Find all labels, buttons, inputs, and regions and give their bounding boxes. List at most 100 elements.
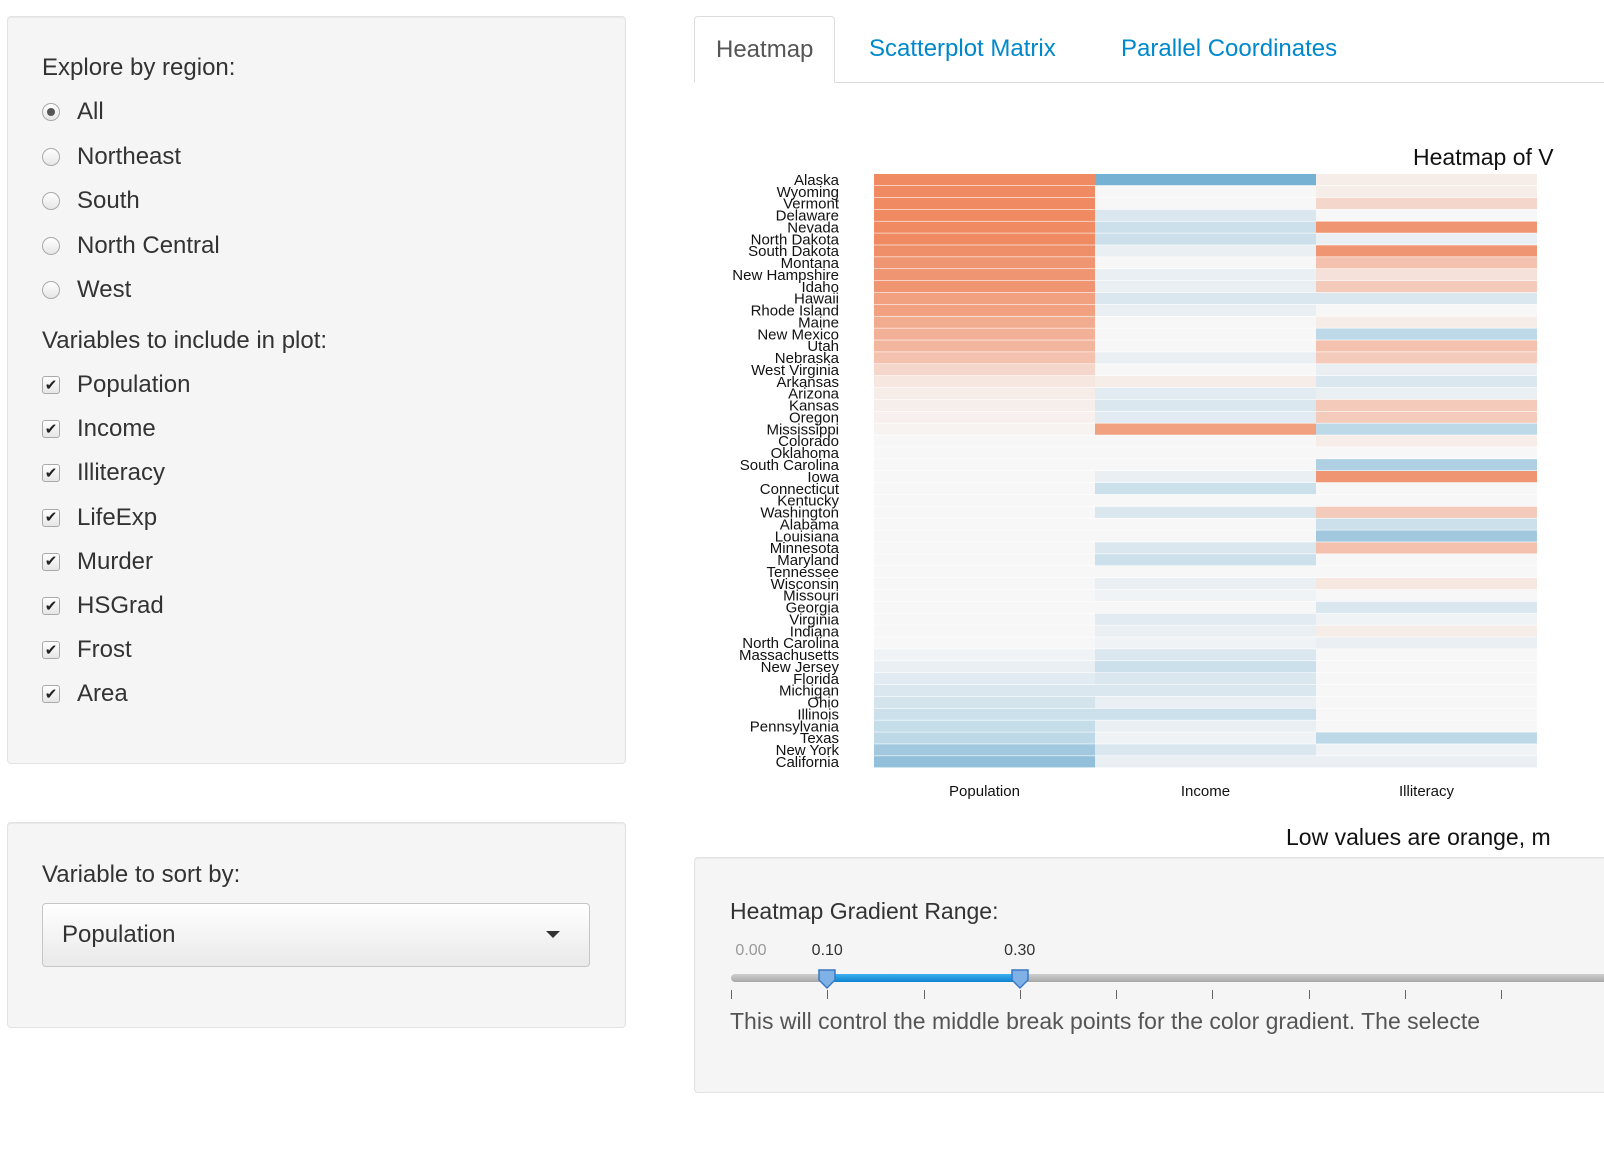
variable-option[interactable]: ✔ Income bbox=[42, 414, 156, 444]
heatmap-cell bbox=[874, 387, 1095, 400]
heatmap-cell bbox=[1316, 352, 1537, 364]
heatmap-cell bbox=[874, 625, 1095, 637]
heatmap-cell bbox=[1095, 269, 1316, 281]
heatmap-cell bbox=[1095, 577, 1316, 590]
heatmap-cell bbox=[1095, 257, 1316, 269]
variable-option-label: LifeExp bbox=[77, 503, 158, 531]
heatmap-cell bbox=[1095, 245, 1316, 257]
region-option[interactable]: North Central bbox=[42, 231, 220, 261]
region-option[interactable]: All bbox=[42, 97, 104, 127]
radio-button[interactable] bbox=[42, 281, 60, 299]
variable-option-label: Population bbox=[77, 371, 191, 398]
heatmap-cell bbox=[874, 423, 1095, 435]
heatmap-cell bbox=[1095, 566, 1316, 578]
plot-caption: Low values are orange, m bbox=[1286, 824, 1551, 850]
region-option[interactable]: South bbox=[42, 186, 140, 216]
radio-button[interactable] bbox=[42, 103, 60, 121]
checkbox[interactable]: ✔ bbox=[42, 464, 60, 483]
heatmap-cell bbox=[1316, 566, 1537, 578]
checkbox[interactable]: ✔ bbox=[42, 376, 60, 394]
checkbox[interactable]: ✔ bbox=[42, 641, 60, 660]
region-option[interactable]: Northeast bbox=[42, 142, 181, 172]
variable-option[interactable]: ✔ HSGrad bbox=[42, 591, 164, 621]
heatmap-cell bbox=[1095, 411, 1316, 423]
heatmap-cell bbox=[874, 542, 1095, 554]
heatmap-cell bbox=[1316, 613, 1537, 625]
heatmap-cell bbox=[874, 233, 1095, 245]
checkbox[interactable]: ✔ bbox=[42, 420, 60, 439]
heatmap-cell bbox=[1095, 316, 1316, 328]
slider-high-value: 0.30 bbox=[1004, 942, 1036, 959]
heatmap-cell bbox=[1095, 756, 1316, 768]
heatmap-cell bbox=[1316, 328, 1537, 340]
heatmap-cell bbox=[1095, 613, 1316, 625]
checkbox[interactable]: ✔ bbox=[42, 508, 60, 527]
heatmap-cell bbox=[1095, 744, 1316, 756]
heatmap-cell bbox=[1095, 209, 1316, 221]
sort-panel: Variable to sort by: Population bbox=[7, 822, 626, 1028]
heatmap-cell bbox=[1316, 447, 1537, 459]
heatmap-cell bbox=[1316, 375, 1537, 388]
column-label: Population bbox=[949, 783, 1020, 800]
tab-parallel-coordinates[interactable]: Parallel Coordinates bbox=[1121, 16, 1337, 82]
variable-option[interactable]: ✔ Frost bbox=[42, 635, 132, 665]
slider-handle-low[interactable] bbox=[817, 968, 837, 990]
checkbox[interactable]: ✔ bbox=[42, 685, 60, 704]
checkmark-icon: ✔ bbox=[44, 685, 58, 703]
heatmap-cell bbox=[1095, 459, 1316, 471]
heatmap-cell bbox=[874, 245, 1095, 257]
checkmark-icon: ✔ bbox=[44, 509, 58, 527]
region-option[interactable]: West bbox=[42, 275, 131, 305]
heatmap-cell bbox=[874, 292, 1095, 305]
heatmap-cell bbox=[874, 174, 1095, 186]
checkmark-icon: ✔ bbox=[44, 553, 58, 571]
heatmap-cell bbox=[1316, 209, 1537, 221]
slider-min-label: 0.00 bbox=[735, 942, 767, 959]
heatmap-cell bbox=[874, 518, 1095, 530]
tab-scatterplot-matrix[interactable]: Scatterplot Matrix bbox=[869, 16, 1056, 82]
variable-option[interactable]: ✔ LifeExp bbox=[42, 503, 157, 533]
heatmap-cell bbox=[1095, 542, 1316, 554]
heatmap-cell bbox=[874, 269, 1095, 281]
variable-option[interactable]: ✔ Area bbox=[42, 679, 128, 709]
radio-button[interactable] bbox=[42, 192, 60, 210]
variable-option[interactable]: ✔ Illiteracy bbox=[42, 458, 165, 488]
heatmap-cell bbox=[1316, 174, 1537, 186]
heatmap-cell bbox=[1095, 637, 1316, 649]
checkbox[interactable]: ✔ bbox=[42, 597, 60, 615]
variable-option-label: Murder bbox=[77, 547, 154, 575]
radio-button[interactable] bbox=[42, 147, 60, 166]
heatmap-cell bbox=[874, 566, 1095, 578]
slider-tick bbox=[731, 990, 732, 999]
variable-option[interactable]: ✔ Murder bbox=[42, 547, 153, 577]
heatmap-cell bbox=[874, 316, 1095, 328]
tab-heatmap[interactable]: Heatmap bbox=[694, 16, 836, 83]
heatmap-cell bbox=[1095, 185, 1316, 198]
sort-select[interactable]: Population bbox=[42, 903, 590, 967]
heatmap-cell bbox=[1316, 304, 1537, 316]
heatmap-cell bbox=[874, 554, 1095, 566]
heatmap-cell bbox=[1316, 649, 1537, 661]
heatmap-cell bbox=[1316, 245, 1537, 257]
heatmap-cell bbox=[1316, 601, 1537, 613]
variable-option[interactable]: ✔ Population bbox=[42, 370, 190, 400]
heatmap-cell bbox=[874, 221, 1095, 233]
heatmap-cell bbox=[1095, 506, 1316, 518]
heatmap-cell bbox=[874, 328, 1095, 340]
slider-tick bbox=[827, 990, 829, 999]
heatmap-cell bbox=[874, 399, 1095, 411]
slider-handle-high[interactable] bbox=[1010, 968, 1030, 990]
column-label: Illiteracy bbox=[1399, 783, 1455, 800]
heatmap-cell bbox=[874, 482, 1095, 495]
checkmark-icon: ✔ bbox=[44, 420, 58, 438]
heatmap-cell bbox=[1095, 280, 1316, 293]
radio-button[interactable] bbox=[42, 236, 60, 255]
gradient-range-panel: Heatmap Gradient Range: 0.00 0.10 0.30 T… bbox=[694, 857, 1604, 1093]
heatmap-cell bbox=[874, 411, 1095, 423]
heatmap-cell bbox=[874, 720, 1095, 732]
heatmap-cell bbox=[1095, 518, 1316, 530]
heatmap-cell bbox=[874, 756, 1095, 768]
heatmap-cell bbox=[1095, 375, 1316, 388]
heatmap-cell bbox=[874, 601, 1095, 613]
checkbox[interactable]: ✔ bbox=[42, 552, 60, 571]
